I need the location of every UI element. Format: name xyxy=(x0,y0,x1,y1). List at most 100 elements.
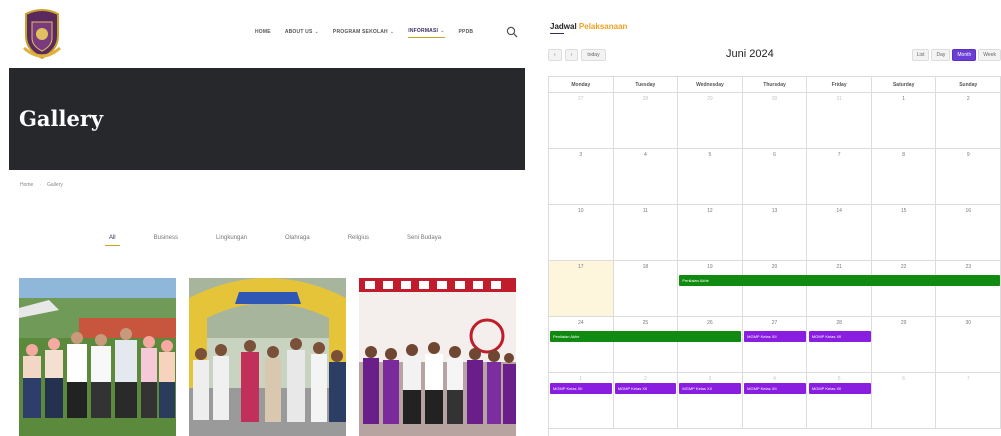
day-cell[interactable]: 17 xyxy=(549,261,614,317)
calendar-event[interactable]: MGMP Kelas XII xyxy=(744,383,806,394)
day-cell[interactable]: 4 xyxy=(742,373,808,429)
calendar-event[interactable]: MGMP Kelas XII xyxy=(550,383,612,394)
day-cell[interactable]: 28 xyxy=(613,93,679,149)
calendar-event[interactable]: MGMP Kelas XII xyxy=(808,331,871,342)
week-row: 3456789 xyxy=(549,149,1001,205)
week-row: 1 2 3 4 5 6 7 MGMP Kelas XII MGMP Kelas XII MGMP … xyxy=(549,373,1001,429)
schedule-calendar: Jadwal Pelaksanaan ‹ › today Juni 2024 L… xyxy=(538,0,1001,436)
day-cell[interactable]: 7 xyxy=(807,149,872,205)
today-button[interactable]: today xyxy=(581,49,606,61)
day-cell[interactable]: 1 xyxy=(549,373,614,429)
filter-tab-all[interactable]: All xyxy=(104,233,120,246)
day-cell[interactable]: 22 xyxy=(871,261,937,317)
week-row: 10 11 12 13 14 15 16 xyxy=(549,205,1001,261)
day-cell[interactable]: 3 xyxy=(678,373,743,429)
day-cell[interactable]: 1 xyxy=(871,93,937,149)
calendar-event[interactable]: MGMP Kelas XII xyxy=(744,331,806,342)
day-cell[interactable]: 29 xyxy=(871,317,937,373)
day-cell[interactable]: 7 xyxy=(936,373,1001,429)
day-cell[interactable]: 2 xyxy=(613,373,679,429)
calendar-event[interactable]: Penilaian Akhir xyxy=(679,275,1000,286)
day-cell[interactable]: 16 xyxy=(936,205,1001,261)
gallery-photo[interactable] xyxy=(189,278,346,436)
day-cell[interactable]: 23 xyxy=(936,261,1001,317)
week-row: 17 18 19 20 21 22 23 Penilaian Akhir xyxy=(549,261,1001,317)
calendar-event[interactable]: Penilaian Akhir xyxy=(550,331,742,342)
view-button-month[interactable]: Month xyxy=(952,49,977,61)
nav-item-informasi[interactable]: Informasi ⌄ xyxy=(408,28,445,38)
day-cell[interactable]: 26 xyxy=(678,317,743,373)
school-website: Home About Us ⌄ Program Sekolah ⌄ Informasi ⌄ P… xyxy=(0,0,530,436)
day-cell[interactable]: 5 xyxy=(807,373,872,429)
filter-tab-seni-budaya[interactable]: Seni Budaya xyxy=(403,233,445,246)
page-title: Gallery xyxy=(19,106,104,131)
nav-item-label: Home xyxy=(255,28,271,35)
calendar-event[interactable]: MGMP Kelas XII xyxy=(614,383,677,394)
day-cell[interactable]: 4 xyxy=(613,149,679,205)
weekday-header-tuesday: Tuesday xyxy=(613,77,679,93)
view-button-list[interactable]: List xyxy=(911,49,930,61)
day-cell[interactable]: 10 xyxy=(549,205,614,261)
day-cell[interactable]: 2 xyxy=(936,93,1001,149)
day-cell[interactable]: 28 xyxy=(807,317,872,373)
day-cell[interactable]: 24 xyxy=(549,317,614,373)
calendar-event[interactable]: MGMP Kelas XII xyxy=(679,383,742,394)
weekday-header-sunday: Sunday xyxy=(936,77,1001,93)
day-cell[interactable]: 18 xyxy=(613,261,679,317)
day-cell[interactable]: 11 xyxy=(613,205,679,261)
breadcrumb-current: Gallery xyxy=(47,182,63,188)
day-cell[interactable]: 21 xyxy=(807,261,872,317)
day-cell[interactable]: 6 xyxy=(742,149,808,205)
nav-item-about-us[interactable]: About Us ⌄ xyxy=(285,29,319,38)
weekday-header-saturday: Saturday xyxy=(871,77,937,93)
filter-tab-olahraga[interactable]: Olahraga xyxy=(281,233,314,246)
day-cell[interactable]: 14 xyxy=(807,205,872,261)
day-cell[interactable]: 8 xyxy=(871,149,937,205)
next-month-button[interactable]: › xyxy=(564,49,579,61)
week-row: 24 25 26 27 28 29 30 Penilaian Akhir MGMP Kelas … xyxy=(549,317,1001,373)
filter-tab-lingkungan[interactable]: Lingkungan xyxy=(212,233,251,246)
gallery-photo[interactable] xyxy=(19,278,176,436)
weekday-header-monday: Monday xyxy=(549,77,614,93)
chevron-down-icon: ⌄ xyxy=(314,28,319,35)
prev-month-button[interactable]: ‹ xyxy=(548,49,562,61)
day-cell[interactable]: 27 xyxy=(742,317,808,373)
calendar-event[interactable]: MGMP Kelas XII xyxy=(808,383,871,394)
school-crest-logo[interactable] xyxy=(22,8,62,60)
nav-item-ppdb[interactable]: PPDB xyxy=(459,29,474,38)
day-cell[interactable]: 15 xyxy=(871,205,937,261)
day-cell[interactable]: 27 xyxy=(549,93,614,149)
filter-tab-business[interactable]: Business xyxy=(150,233,182,246)
nav-item-home[interactable]: Home xyxy=(255,29,271,38)
day-cell[interactable]: 19 xyxy=(678,261,743,317)
event-arch-photo-image xyxy=(189,278,346,436)
day-cell[interactable]: 29 xyxy=(678,93,743,149)
day-cell[interactable]: 25 xyxy=(613,317,679,373)
month-grid: Monday Tuesday Wednesday Thursday Friday Satu… xyxy=(548,76,1001,436)
day-cell[interactable]: 6 xyxy=(871,373,937,429)
breadcrumb-home-link[interactable]: Home xyxy=(20,182,33,188)
day-cell[interactable]: 12 xyxy=(678,205,743,261)
day-cell[interactable]: 31 xyxy=(807,93,872,149)
nav-item-label: Informasi xyxy=(408,28,439,34)
day-cell[interactable]: 30 xyxy=(936,317,1001,373)
view-button-week[interactable]: Week xyxy=(978,49,1001,61)
search-icon[interactable] xyxy=(506,26,518,38)
heading-underline xyxy=(550,33,564,34)
weekday-header-thursday: Thursday xyxy=(742,77,808,93)
gallery-filter-tabs: All Business Lingkungan Olahraga Religius Sen… xyxy=(0,233,530,246)
day-cell[interactable]: 9 xyxy=(936,149,1001,205)
day-cell[interactable]: 5 xyxy=(678,149,743,205)
gallery-photo[interactable] xyxy=(359,278,516,436)
view-button-day[interactable]: Day xyxy=(931,49,951,61)
day-cell[interactable]: 30 xyxy=(742,93,808,149)
day-cell[interactable]: 20 xyxy=(742,261,808,317)
heading-main-text: Jadwal xyxy=(550,22,577,31)
filter-tab-religius[interactable]: Religius xyxy=(344,233,373,246)
calendar-toolbar: ‹ › today Juni 2024 List Day Month Week xyxy=(548,46,1001,66)
weekday-header-wednesday: Wednesday xyxy=(678,77,743,93)
day-cell[interactable]: 13 xyxy=(742,205,808,261)
nav-item-program-sekolah[interactable]: Program Sekolah ⌄ xyxy=(333,29,394,38)
day-cell[interactable]: 3 xyxy=(549,149,614,205)
heading-accent-text: Pelaksanaan xyxy=(578,22,628,31)
